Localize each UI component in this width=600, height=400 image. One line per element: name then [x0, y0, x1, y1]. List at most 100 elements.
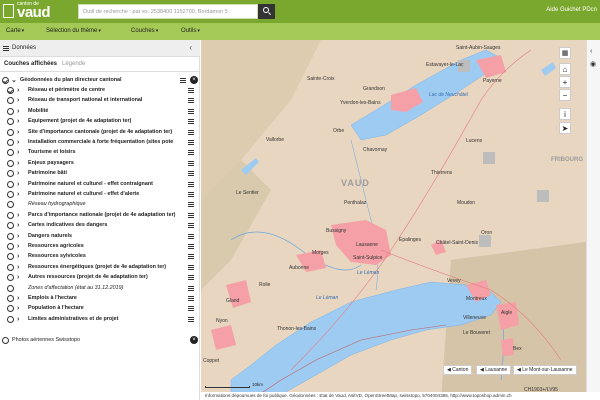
layer-menu-icon[interactable]: [188, 223, 194, 229]
chevron-down-icon[interactable]: ⌄: [11, 76, 17, 85]
layer-menu-icon[interactable]: [188, 98, 194, 104]
chevron-right-icon[interactable]: ›: [17, 211, 19, 220]
layer-menu-icon[interactable]: [188, 129, 194, 135]
layer-checkbox[interactable]: [7, 232, 14, 240]
base-layer-checkbox[interactable]: [2, 337, 9, 344]
layer-row[interactable]: › Parcs d'importance nationale (projet de…: [0, 211, 200, 221]
chevron-right-icon[interactable]: ›: [17, 294, 19, 303]
chevron-right-icon[interactable]: ›: [17, 128, 19, 137]
layer-row[interactable]: › Dangers naturels: [0, 232, 200, 242]
layer-checkbox[interactable]: [7, 87, 14, 94]
layer-row[interactable]: › Ressources agricoles: [0, 242, 200, 252]
zoom-out-button[interactable]: −: [559, 89, 571, 101]
breadcrumb-mont-sur-lausanne[interactable]: ◀ Le Mont-sur-Lausanne: [513, 365, 577, 375]
layer-menu-icon[interactable]: [188, 306, 194, 312]
layer-menu-icon[interactable]: [188, 108, 194, 114]
chevron-right-icon[interactable]: ›: [17, 242, 19, 251]
map-view[interactable]: Sainte-Croix Grandson Yverdon-les-Bains …: [201, 40, 600, 400]
layer-row[interactable]: › Ressources énergétiques (projet de 4e a…: [0, 263, 200, 273]
layer-menu-icon[interactable]: [188, 181, 194, 187]
layer-menu-icon[interactable]: [188, 296, 194, 301]
chevron-right-icon[interactable]: ›: [17, 252, 19, 261]
layer-menu-icon[interactable]: [188, 285, 194, 291]
layers-switcher-icon[interactable]: ▦: [559, 47, 571, 59]
layer-checkbox[interactable]: [7, 159, 14, 167]
collapse-panel-icon[interactable]: ‹: [189, 43, 192, 52]
layer-row[interactable]: › Mobilité: [0, 107, 200, 117]
chevron-right-icon[interactable]: ›: [17, 273, 19, 282]
layer-checkbox[interactable]: [7, 211, 14, 219]
layer-row[interactable]: Zones d'affectation (état au 31.12.2019): [0, 284, 200, 294]
layer-row[interactable]: › Patrimoine naturel et culturel - effet …: [0, 180, 200, 190]
layer-row[interactable]: › Emplois à l'hectare: [0, 294, 200, 304]
layer-checkbox[interactable]: [7, 170, 14, 178]
layer-row[interactable]: › Autres ressources (projet de 4e adaptat…: [0, 273, 200, 283]
menu-outils[interactable]: Outils▾: [181, 28, 200, 34]
search-button[interactable]: [258, 4, 275, 19]
layer-menu-icon[interactable]: [188, 264, 194, 270]
menu-selection-theme[interactable]: Sélection du thème▾: [46, 28, 101, 34]
layer-checkbox[interactable]: [7, 284, 14, 292]
layer-checkbox[interactable]: [7, 263, 14, 271]
layer-menu-icon[interactable]: [188, 119, 194, 125]
chevron-right-icon[interactable]: ›: [17, 148, 19, 157]
layer-menu-icon[interactable]: [188, 171, 194, 177]
layer-checkbox[interactable]: [7, 253, 14, 261]
group-checkbox[interactable]: [2, 77, 9, 84]
layer-checkbox[interactable]: [7, 107, 14, 115]
layer-row[interactable]: Réseau hydrographique: [0, 200, 200, 210]
layer-menu-icon[interactable]: [188, 233, 194, 239]
layer-menu-icon[interactable]: [188, 275, 194, 281]
layer-checkbox[interactable]: [7, 118, 14, 126]
layer-checkbox[interactable]: [7, 149, 14, 157]
layer-row[interactable]: › Population à l'hectare: [0, 304, 200, 314]
chevron-right-icon[interactable]: ›: [17, 232, 19, 241]
layer-menu-icon[interactable]: [188, 202, 194, 208]
chevron-right-icon[interactable]: ›: [17, 180, 19, 189]
layer-checkbox[interactable]: [7, 191, 14, 198]
layer-checkbox[interactable]: [7, 243, 14, 250]
chevron-right-icon[interactable]: ›: [17, 138, 19, 147]
layer-row[interactable]: › Ressources sylvicoles: [0, 252, 200, 262]
layer-group[interactable]: ⌄ Géodonnées du plan directeur cantonal …: [0, 76, 200, 86]
layer-row[interactable]: › Cartes indicatives des dangers: [0, 221, 200, 231]
eye-icon[interactable]: ◉: [590, 60, 596, 68]
layer-checkbox[interactable]: [7, 295, 14, 302]
layer-row[interactable]: › Réseau de transport national et interna…: [0, 96, 200, 106]
chevron-right-icon[interactable]: ›: [17, 159, 19, 168]
breadcrumb-lausanne[interactable]: ◀ Lausanne: [476, 365, 512, 375]
layer-checkbox[interactable]: [7, 139, 14, 146]
layer-checkbox[interactable]: [7, 97, 14, 105]
layer-row[interactable]: › Réseau et périmètre de centre: [0, 86, 200, 96]
chevron-right-icon[interactable]: ›: [17, 86, 19, 95]
chevron-right-icon[interactable]: ›: [17, 221, 19, 230]
chevron-right-icon[interactable]: ›: [17, 169, 19, 178]
menu-couches[interactable]: Couches▾: [131, 28, 158, 34]
layer-checkbox[interactable]: [7, 274, 14, 282]
layer-menu-icon[interactable]: [188, 192, 194, 197]
tab-couches-affichees[interactable]: Couches affichées: [4, 61, 57, 67]
chevron-right-icon[interactable]: ›: [17, 315, 19, 324]
layer-row[interactable]: › Equipement (projet de 4e adaptation ter…: [0, 117, 200, 127]
layer-checkbox[interactable]: [7, 222, 14, 230]
layer-checkbox[interactable]: [7, 180, 14, 188]
layer-row[interactable]: › Site d'importance cantonale (projet de …: [0, 128, 200, 138]
layer-menu-icon[interactable]: [188, 150, 194, 156]
tab-legende[interactable]: Légende: [62, 61, 85, 67]
chevron-right-icon[interactable]: ›: [17, 263, 19, 272]
layer-row[interactable]: › Patrimoine bâti: [0, 169, 200, 179]
base-layer-row[interactable]: Photos aériennes Swisstopo ×: [0, 336, 200, 346]
layer-checkbox[interactable]: [7, 201, 14, 209]
layer-checkbox[interactable]: [7, 128, 14, 136]
header-links[interactable]: Aide Guichet PDcn: [546, 7, 597, 13]
layer-row[interactable]: › Installation commerciale à forte fréque…: [0, 138, 200, 148]
chevron-right-icon[interactable]: ›: [17, 304, 19, 313]
layer-row[interactable]: › Patrimoine naturel et culturel - effet …: [0, 190, 200, 200]
layer-menu-icon[interactable]: [188, 244, 194, 249]
layer-row[interactable]: › Enjeux paysagers: [0, 159, 200, 169]
layer-menu-icon[interactable]: [180, 78, 186, 83]
info-icon[interactable]: i: [559, 108, 571, 120]
chevron-right-icon[interactable]: ›: [17, 96, 19, 105]
layer-checkbox[interactable]: [7, 305, 14, 313]
remove-layer-icon[interactable]: ×: [190, 336, 198, 344]
